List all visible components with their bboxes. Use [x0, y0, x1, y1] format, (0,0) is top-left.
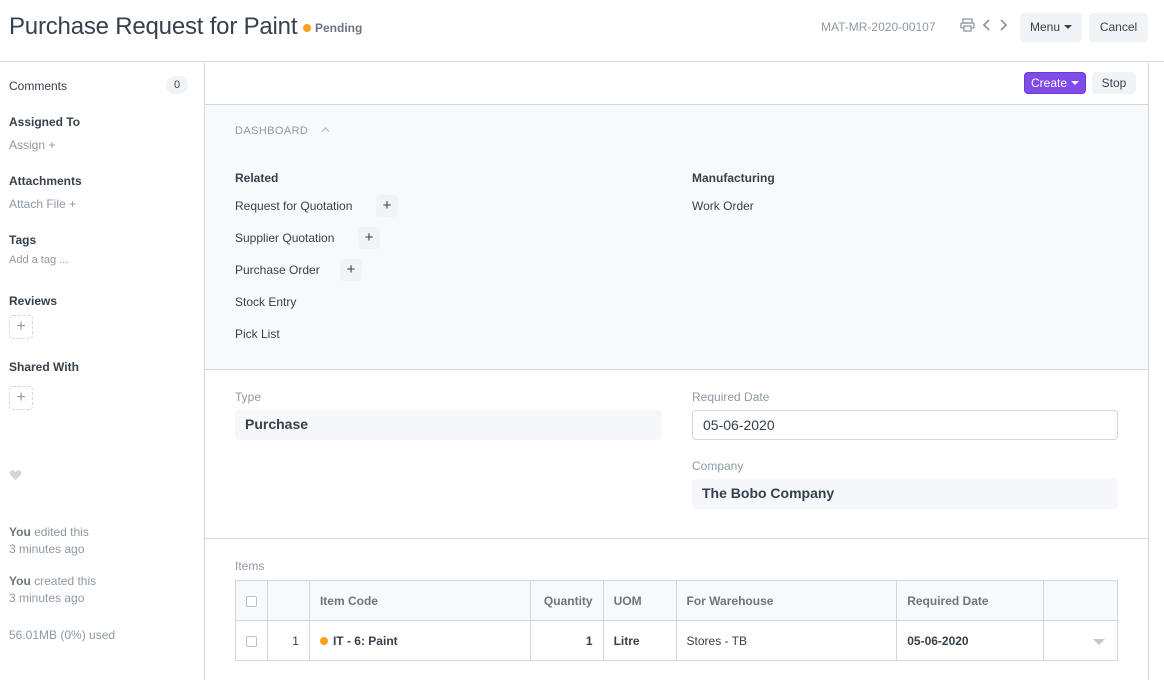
edited-text: edited this: [30, 525, 89, 539]
document-name: MAT-MR-2020-00107: [821, 20, 936, 34]
create-button-label: Create: [1030, 76, 1068, 90]
edited-by: You: [9, 525, 31, 539]
attach-file-link[interactable]: Attach File +: [9, 197, 76, 211]
table-row[interactable]: 1 IT - 6: Paint 1 Litre Stores - TB 05-0…: [235, 620, 1118, 661]
caret-down-icon: [1071, 81, 1080, 85]
page-title: Purchase Request for Paint: [9, 13, 298, 40]
plus-icon: +: [382, 197, 392, 214]
caret-down-icon: [1064, 25, 1073, 29]
manufacturing-title: Manufacturing: [692, 171, 775, 185]
required-date-cell[interactable]: 05-06-2020: [896, 620, 1045, 661]
assign-link[interactable]: Assign +: [9, 138, 55, 152]
column-uom: UOM: [602, 580, 677, 621]
items-label: Items: [235, 559, 265, 573]
storage-usage: 56.01MB (0%) used: [9, 628, 116, 642]
items-section: Items Item Code Quantity UOM For Warehou…: [205, 540, 1148, 680]
edited-activity: You edited this 3 minutes ago: [9, 524, 89, 558]
related-title: Related: [235, 171, 279, 185]
new-supplier-quotation-button[interactable]: +: [358, 227, 380, 249]
row-checkbox[interactable]: [246, 635, 257, 647]
created-text: created this: [30, 574, 97, 588]
required-date-field[interactable]: 05-06-2020: [692, 410, 1118, 440]
status-dot: [303, 24, 311, 32]
new-purchase-order-button[interactable]: +: [340, 259, 362, 281]
link-stock-entry[interactable]: Stock Entry: [235, 295, 296, 309]
company-field: The Bobo Company: [692, 479, 1118, 509]
attachments-label: Attachments: [9, 174, 82, 188]
form-fields-section: Type Purchase Required Date 05-06-2020 C…: [205, 371, 1148, 539]
link-supplier-quotation[interactable]: Supplier Quotation: [235, 231, 334, 245]
dashboard-section: DASHBOARD Related Request for Quotation …: [205, 105, 1148, 370]
stop-button[interactable]: Stop: [1092, 72, 1136, 94]
row-index-header: [267, 580, 310, 621]
add-tag-input[interactable]: Add a tag ...: [9, 254, 68, 266]
item-code-value: IT - 6: Paint: [332, 633, 398, 648]
form-main: Create Stop DASHBOARD Related Request fo…: [204, 63, 1149, 680]
company-label: Company: [692, 459, 744, 473]
select-all-checkbox[interactable]: [246, 595, 257, 607]
status-label: Pending: [315, 21, 363, 35]
plus-icon: +: [16, 318, 26, 335]
items-header-row: Item Code Quantity UOM For Warehouse Req…: [235, 580, 1118, 621]
shared-with-label: Shared With: [9, 360, 79, 374]
add-review-button[interactable]: +: [9, 315, 33, 339]
link-work-order[interactable]: Work Order: [692, 199, 754, 213]
column-for-warehouse: For Warehouse: [675, 580, 898, 621]
comments-count-badge: 0: [166, 76, 188, 94]
printer-icon[interactable]: [960, 18, 975, 35]
plus-icon: +: [346, 261, 356, 278]
created-by: You: [9, 574, 31, 588]
page-header: Purchase Request for Paint Pending MAT-M…: [0, 0, 1164, 62]
warehouse-cell[interactable]: Stores - TB: [675, 620, 898, 661]
status-indicator: Pending: [303, 21, 362, 35]
select-all-checkbox-cell[interactable]: [235, 580, 268, 621]
menu-button-label: Menu: [1029, 20, 1061, 34]
tags-label: Tags: [9, 233, 37, 247]
uom-cell[interactable]: Litre: [602, 620, 677, 661]
created-activity: You created this 3 minutes ago: [9, 573, 96, 607]
link-pick-list[interactable]: Pick List: [235, 327, 280, 341]
add-share-button[interactable]: +: [9, 386, 33, 410]
new-request-for-quotation-button[interactable]: +: [376, 195, 398, 217]
edited-time: 3 minutes ago: [9, 542, 85, 556]
plus-icon: +: [16, 389, 26, 406]
plus-icon: +: [364, 229, 374, 246]
comments-label[interactable]: Comments: [9, 79, 67, 93]
item-code-cell[interactable]: IT - 6: Paint: [308, 620, 531, 661]
row-index: 1: [267, 620, 310, 661]
heart-icon[interactable]: [9, 469, 22, 484]
chevron-up-icon[interactable]: [321, 125, 330, 134]
quantity-cell[interactable]: 1: [529, 620, 604, 661]
column-item-code: Item Code: [308, 580, 531, 621]
status-dot: [319, 636, 328, 645]
row-actions-header: [1043, 580, 1118, 621]
dashboard-heading[interactable]: DASHBOARD: [235, 125, 308, 137]
assigned-to-label: Assigned To: [9, 115, 81, 129]
type-field: Purchase: [235, 410, 662, 440]
column-quantity: Quantity: [529, 580, 604, 621]
link-request-for-quotation[interactable]: Request for Quotation: [235, 199, 352, 213]
items-table: Item Code Quantity UOM For Warehouse Req…: [235, 580, 1118, 661]
link-purchase-order[interactable]: Purchase Order: [235, 263, 320, 277]
dropdown-caret-icon[interactable]: [1093, 638, 1105, 645]
menu-button[interactable]: Menu: [1020, 13, 1082, 42]
chevron-left-icon[interactable]: [982, 18, 992, 35]
form-sidebar: Comments 0 Assigned To Assign + Attachme…: [0, 63, 204, 680]
cancel-button[interactable]: Cancel: [1089, 13, 1148, 42]
row-edit-cell[interactable]: [1043, 620, 1118, 661]
type-label: Type: [235, 390, 262, 404]
required-date-label: Required Date: [692, 390, 770, 404]
row-checkbox-cell[interactable]: [235, 620, 268, 661]
form-toolbar: Create Stop: [205, 63, 1148, 105]
chevron-right-icon[interactable]: [998, 18, 1008, 35]
reviews-label: Reviews: [9, 294, 58, 308]
column-required-date: Required Date: [896, 580, 1045, 621]
create-button[interactable]: Create: [1024, 72, 1086, 94]
created-time: 3 minutes ago: [9, 591, 85, 605]
